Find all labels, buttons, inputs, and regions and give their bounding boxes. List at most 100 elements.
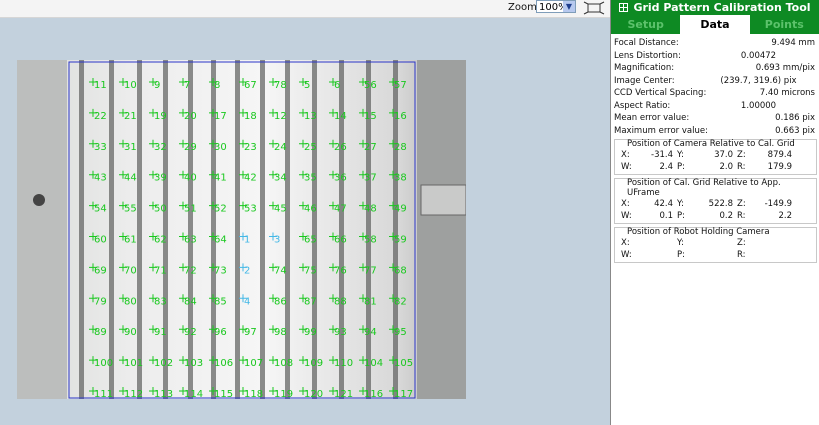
grid-point-label: 13 <box>304 111 317 122</box>
grid-point-label: 40 <box>184 173 197 184</box>
image-left-shadow <box>17 60 67 399</box>
grid-icon <box>619 3 629 12</box>
tab-data[interactable]: Data <box>680 15 750 34</box>
image-rod <box>235 60 240 399</box>
grid-point-label: 100 <box>94 358 113 369</box>
grid-point-label: 55 <box>124 204 137 215</box>
position-row: X: 42.4 Y: 522.8 Z: -149.9 <box>621 199 792 209</box>
grid-point-label: 114 <box>184 389 203 399</box>
grid-point-label: 16 <box>394 111 407 122</box>
orientation-row: W: P: R: <box>621 250 746 260</box>
grid-point-label: 57 <box>394 80 407 91</box>
tab-bar: Setup Data Points <box>611 15 819 34</box>
grid-point-label: 117 <box>394 389 413 399</box>
grid-point-label: 119 <box>274 389 293 399</box>
data-row-ccd-vertical-spacing: CCD Vertical Spacing: 7.40 microns <box>614 88 815 99</box>
grid-point-label: 54 <box>94 204 107 215</box>
toolbar: Zoom: 100% ▼ <box>0 0 610 18</box>
grid-point-label: 50 <box>154 204 167 215</box>
position-row: X: -31.4 Y: 37.0 Z: 879.4 <box>621 150 792 160</box>
grid-point-label: 82 <box>394 296 407 307</box>
image-right-fixture <box>417 60 466 399</box>
orientation-row: W: 2.4 P: 2.0 R: 179.9 <box>621 162 792 172</box>
grid-point-label: 29 <box>184 142 197 153</box>
grid-point-label: 51 <box>184 204 197 215</box>
camera-image[interactable]: 11 10 9 7 8 67 78 5 6 56 57 22 21 19 20 17 18 12 13 14 15 16 3… <box>17 60 466 399</box>
grid-point-label: 4 <box>244 296 250 307</box>
grid-point-label: 112 <box>124 389 143 399</box>
grid-point-label: 35 <box>304 173 317 184</box>
calibration-panel: Grid Pattern Calibration Tool Setup Data… <box>610 0 819 425</box>
orientation-row: W: 0.1 P: 0.2 R: 2.2 <box>621 211 792 221</box>
grid-point-label: 77 <box>364 265 377 276</box>
data-row-aspect-ratio: Aspect Ratio: 1.00000 <box>614 100 777 111</box>
grid-point-label: 120 <box>304 389 323 399</box>
grid-point-label: 67 <box>244 80 257 91</box>
grid-point-label: 24 <box>274 142 287 153</box>
grid-point-label: 83 <box>154 296 167 307</box>
grid-point-label: 116 <box>364 389 383 399</box>
grid-point-label: 121 <box>334 389 353 399</box>
grid-point-label: 66 <box>334 235 347 246</box>
grid-point-label: 104 <box>364 358 383 369</box>
grid-point-label: 93 <box>334 327 347 338</box>
grid-point-label: 87 <box>304 296 317 307</box>
grid-point-label: 103 <box>184 358 203 369</box>
grid-point-label: 9 <box>154 80 160 91</box>
grid-point-label: 37 <box>364 173 377 184</box>
group-title: Position of Cal. Grid Relative to App. U… <box>627 178 781 198</box>
zoom-select[interactable]: 100% ▼ <box>536 0 576 13</box>
data-row-max-error: Maximum error value: 0.663 pix <box>614 125 815 136</box>
grid-point-label: 88 <box>334 296 347 307</box>
grid-point-label: 97 <box>244 327 257 338</box>
position-row: X: Y: Z: <box>621 238 746 248</box>
grid-point-label: 89 <box>94 327 107 338</box>
grid-point-label: 63 <box>184 235 197 246</box>
grid-point-label: 98 <box>274 327 287 338</box>
grid-point-label: 38 <box>394 173 407 184</box>
grid-point-label: 106 <box>214 358 233 369</box>
grid-point-label: 48 <box>364 204 377 215</box>
grid-point-label: 80 <box>124 296 137 307</box>
grid-point-label: 58 <box>364 235 377 246</box>
grid-point-label: 76 <box>334 265 347 276</box>
grid-point-label: 45 <box>274 204 287 215</box>
grid-point-label: 65 <box>304 235 317 246</box>
grid-point-label: 85 <box>214 296 227 307</box>
calibration-data-list: Focal Distance: 9.494 mm Lens Distortion:… <box>611 34 819 263</box>
grid-point-label: 15 <box>364 111 377 122</box>
grid-point-label: 18 <box>244 111 257 122</box>
grid-point-label: 25 <box>304 142 317 153</box>
grid-point-label: 84 <box>184 296 197 307</box>
grid-point-label: 27 <box>364 142 377 153</box>
grid-point-label: 61 <box>124 235 137 246</box>
grid-point-label: 3 <box>274 235 280 246</box>
grid-point-label: 95 <box>394 327 407 338</box>
grid-point-label: 107 <box>244 358 263 369</box>
data-row-magnification: Magnification: 0.693 mm/pix <box>614 63 815 74</box>
tab-points[interactable]: Points <box>750 15 819 34</box>
grid-point-label: 20 <box>184 111 197 122</box>
grid-point-label: 90 <box>124 327 137 338</box>
grid-point-label: 102 <box>154 358 173 369</box>
group-title: Position of Robot Holding Camera <box>627 227 770 237</box>
grid-point-label: 96 <box>214 327 227 338</box>
grid-point-label: 7 <box>184 80 190 91</box>
grid-point-label: 68 <box>394 265 407 276</box>
fit-to-window-icon[interactable] <box>583 1 605 15</box>
grid-point-label: 21 <box>124 111 137 122</box>
grid-point-label: 44 <box>124 173 137 184</box>
grid-point-label: 110 <box>334 358 353 369</box>
grid-point-label: 52 <box>214 204 227 215</box>
grid-point-label: 28 <box>394 142 407 153</box>
grid-point-label: 5 <box>304 80 310 91</box>
grid-position-group: Position of Cal. Grid Relative to App. U… <box>614 178 817 224</box>
image-rod <box>260 60 265 399</box>
fixture-bracket <box>420 184 466 216</box>
grid-point-label: 118 <box>244 389 263 399</box>
grid-point-label: 70 <box>124 265 137 276</box>
group-title: Position of Camera Relative to Cal. Grid <box>627 139 795 149</box>
grid-point-label: 60 <box>94 235 107 246</box>
grid-point-label: 111 <box>94 389 113 399</box>
tab-setup[interactable]: Setup <box>611 15 680 34</box>
